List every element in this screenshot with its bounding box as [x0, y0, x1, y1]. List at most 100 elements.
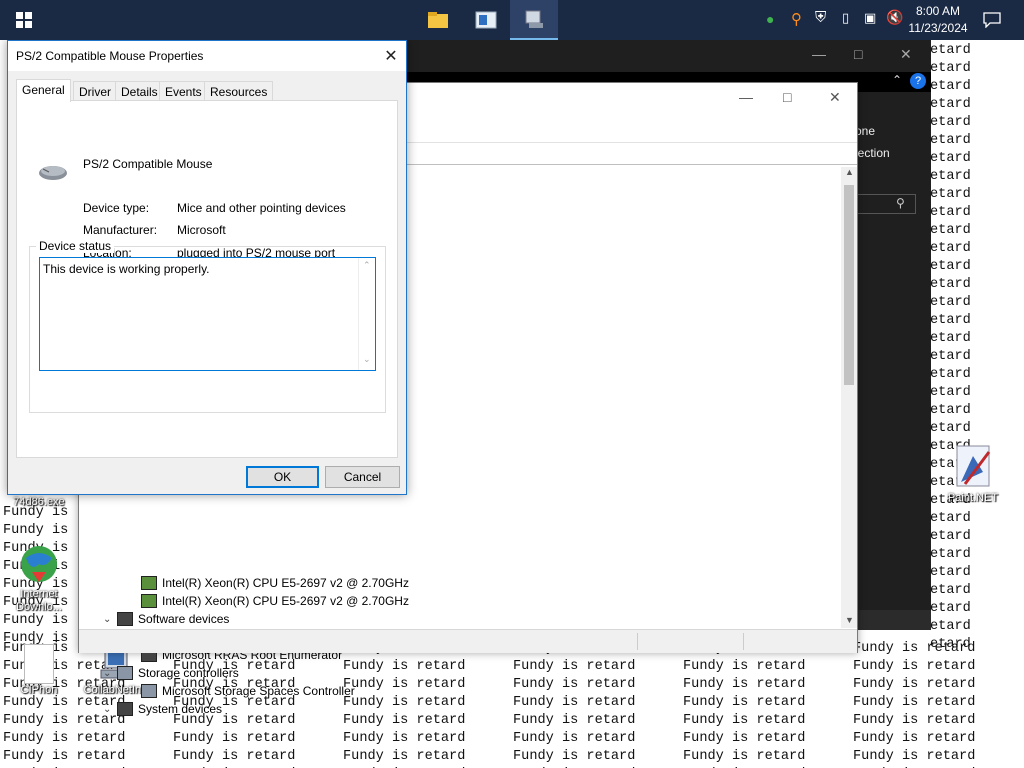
usb-icon[interactable]: ▯	[842, 10, 849, 26]
tree-item[interactable]: Intel(R) Xeon(R) CPU E5-2697 v2 @ 2.70GH…	[141, 592, 409, 610]
console-line: Fundy is retard	[513, 659, 636, 674]
desktop-icon-internet-download-manager[interactable]: Internet Downlo...	[4, 542, 74, 614]
shield-icon[interactable]: ⛨	[815, 9, 826, 26]
console-line: Fundy is retard	[853, 641, 976, 656]
console-line: etard	[930, 601, 971, 616]
desktop-icon-paint-net[interactable]: Paint.NET	[938, 442, 1008, 505]
tab-events[interactable]: Events	[159, 81, 208, 101]
console-line: etard	[930, 367, 971, 382]
taskbar: ● ⚲ ⛨ ▯ ▣ 🔇 8:00 AM 11/23/2024	[0, 0, 1024, 40]
device-type-value: Mice and other pointing devices	[177, 201, 346, 215]
tab-resources[interactable]: Resources	[204, 81, 274, 101]
chevron-down-icon[interactable]: ⌄	[103, 668, 117, 679]
textbox-scrollbar[interactable]: ⌃ ⌄	[358, 258, 375, 370]
dark-item-one[interactable]: one	[855, 124, 875, 138]
console-line: etard	[930, 79, 971, 94]
tree-item[interactable]: ⌄ Storage controllers	[103, 664, 239, 682]
dark-status-bar	[855, 610, 931, 630]
dialog-title: PS/2 Compatible Mouse Properties	[16, 49, 204, 63]
console-line: Fundy is retard	[513, 677, 636, 692]
console-line: etard	[930, 583, 971, 598]
storage-icon	[117, 666, 133, 680]
dialog-title-bar[interactable]: PS/2 Compatible Mouse Properties ✕	[8, 41, 406, 71]
console-line: etard	[930, 241, 971, 256]
console-line: etard	[930, 385, 971, 400]
clock-date: 11/23/2024	[908, 21, 968, 35]
cancel-button[interactable]: Cancel	[325, 466, 400, 488]
console-line: Fundy is retard	[513, 695, 636, 710]
scroll-down-icon[interactable]: ⌄	[363, 354, 371, 365]
device-status-textbox[interactable]: This device is working properly. ⌃ ⌄	[39, 257, 376, 371]
tree-item[interactable]: ⌄ System devices	[103, 700, 222, 718]
taskbar-file-explorer[interactable]	[414, 0, 462, 40]
close-icon[interactable]: ✕	[376, 41, 406, 71]
scroll-up-icon[interactable]: ▲	[845, 167, 854, 177]
status-bar	[79, 629, 857, 653]
tab-driver[interactable]: Driver	[73, 81, 117, 101]
console-line: etard	[930, 61, 971, 76]
notification-icon[interactable]	[983, 12, 1001, 28]
console-line: etard	[930, 349, 971, 364]
clock-time: 8:00 AM	[915, 4, 961, 18]
tab-details[interactable]: Details	[115, 81, 164, 101]
console-line: etard	[930, 295, 971, 310]
console-line: Fundy is retard	[343, 695, 466, 710]
desktop-icon-ciphon[interactable]: CIPhon	[4, 644, 74, 697]
console-line: Fundy is retard	[343, 749, 466, 764]
scroll-up-icon[interactable]: ⌃	[363, 260, 371, 271]
vertical-scrollbar[interactable]: ▲ ▼	[841, 167, 857, 628]
volume-muted-icon[interactable]: 🔇	[886, 9, 903, 26]
console-line: Fundy is retard	[513, 713, 636, 728]
console-line: etard	[930, 619, 971, 634]
maximize-icon[interactable]: □	[783, 89, 791, 105]
close-icon[interactable]: ✕	[900, 46, 912, 63]
console-line: Fundy is retard	[853, 713, 976, 728]
console-line: etard	[930, 169, 971, 184]
scroll-thumb[interactable]	[844, 185, 854, 385]
taskbar-device-manager[interactable]	[462, 0, 510, 40]
tree-item-label: System devices	[138, 702, 223, 716]
console-line: etard	[930, 97, 971, 112]
help-icon[interactable]: ?	[910, 73, 926, 89]
console-line: Fundy is retard	[173, 749, 296, 764]
close-icon[interactable]: ✕	[829, 89, 841, 106]
clock[interactable]: 8:00 AM 11/23/2024	[906, 3, 970, 37]
tree-item[interactable]: ⌄ Software devices	[103, 610, 229, 628]
minimize-icon[interactable]: —	[812, 46, 826, 62]
minimize-icon[interactable]: —	[739, 89, 753, 105]
search-icon[interactable]: ⚲	[896, 196, 905, 210]
chevron-down-icon[interactable]: ⌄	[103, 614, 117, 625]
console-line: etard	[930, 187, 971, 202]
console-line: Fundy is retard	[343, 659, 466, 674]
chevron-up-icon[interactable]: ⌃	[892, 73, 902, 87]
system-icon	[117, 702, 133, 716]
scroll-down-icon[interactable]: ▼	[845, 615, 854, 625]
console-line: Fundy is retard	[343, 731, 466, 746]
console-line: Fundy is retard	[343, 713, 466, 728]
console-line: Fundy is retard	[853, 749, 976, 764]
console-line: Fundy is retard	[343, 677, 466, 692]
computer-management-icon	[525, 10, 543, 28]
console-line: etard	[930, 421, 971, 436]
network-green-icon[interactable]: ●	[766, 11, 774, 27]
tree-item[interactable]: Microsoft Storage Spaces Controller	[141, 682, 355, 700]
console-line: Fundy is retard	[683, 695, 806, 710]
ok-button[interactable]: OK	[246, 466, 319, 488]
storage-icon	[141, 684, 157, 698]
start-button[interactable]	[0, 0, 48, 40]
tab-general[interactable]: General	[16, 79, 71, 102]
console-line: etard	[930, 223, 971, 238]
console-line: etard	[930, 529, 971, 544]
chevron-down-icon[interactable]: ⌄	[103, 704, 117, 715]
properties-dialog[interactable]: PS/2 Compatible Mouse Properties ✕ Gener…	[7, 40, 407, 495]
mouse-icon	[39, 166, 67, 180]
dark-search-box[interactable]	[854, 194, 916, 214]
dark-item-selection[interactable]: lection	[855, 146, 890, 160]
search-orange-icon[interactable]: ⚲	[791, 10, 802, 28]
internet-download-manager-icon	[21, 546, 57, 582]
network-icon[interactable]: ▣	[864, 10, 876, 26]
tree-item[interactable]: Intel(R) Xeon(R) CPU E5-2697 v2 @ 2.70GH…	[141, 574, 409, 592]
maximize-icon[interactable]: □	[854, 46, 862, 62]
console-line: etard	[930, 313, 971, 328]
taskbar-computer-management[interactable]	[510, 0, 558, 40]
